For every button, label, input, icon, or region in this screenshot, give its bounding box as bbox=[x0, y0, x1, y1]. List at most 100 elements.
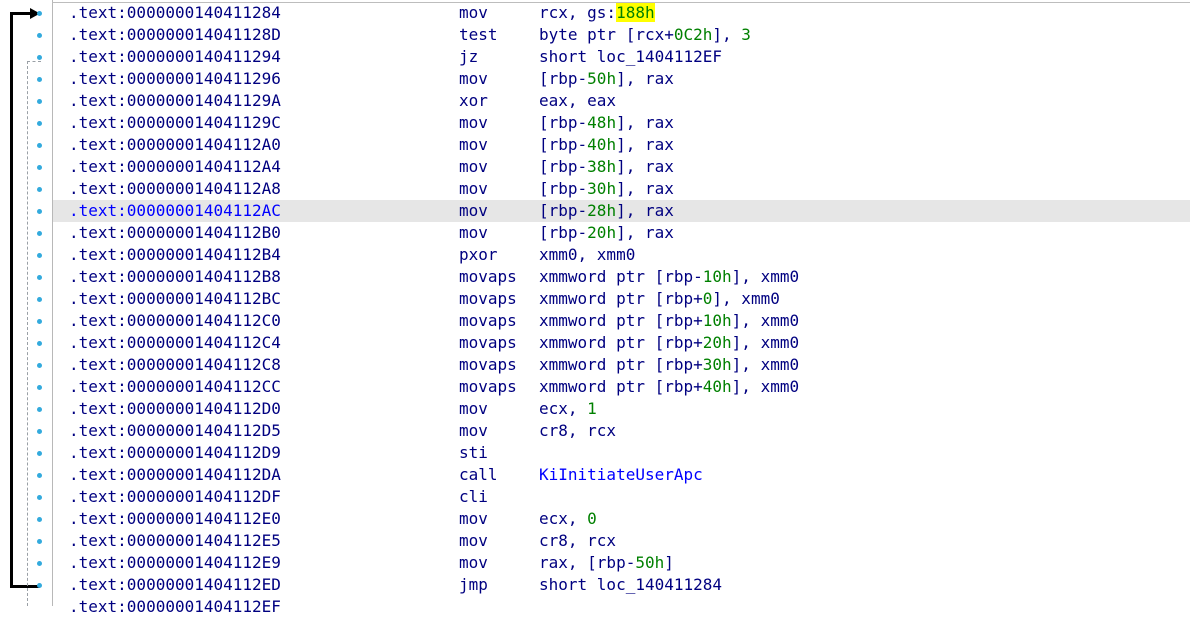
instruction-address[interactable]: .text:00000001404112D0 bbox=[69, 398, 281, 420]
instruction-mnemonic[interactable]: jz bbox=[459, 46, 478, 68]
instruction-address[interactable]: .text:00000001404112B0 bbox=[69, 222, 281, 244]
instruction-mnemonic[interactable]: test bbox=[459, 24, 498, 46]
instruction-operands[interactable]: xmmword ptr [rbp+10h], xmm0 bbox=[539, 310, 799, 332]
breakpoint-dot-icon[interactable] bbox=[37, 77, 42, 82]
instruction-address[interactable]: .text:00000001404112E5 bbox=[69, 530, 281, 552]
breakpoint-dot-icon[interactable] bbox=[37, 473, 42, 478]
breakpoint-dot-icon[interactable] bbox=[37, 209, 42, 214]
instruction-row[interactable]: .text:00000001404112D5 mov cr8, rcx bbox=[53, 420, 1190, 442]
instruction-mnemonic[interactable]: mov bbox=[459, 156, 488, 178]
instruction-address[interactable]: .text:00000001404112BC bbox=[69, 288, 281, 310]
instruction-row[interactable]: .text:000000014041128D test byte ptr [rcx+… bbox=[53, 24, 1190, 46]
instruction-row[interactable]: .text:00000001404112CC movaps xmmword ptr … bbox=[53, 376, 1190, 398]
instruction-operands[interactable]: [rbp-48h], rax bbox=[539, 112, 674, 134]
instruction-operands[interactable]: cr8, rcx bbox=[539, 420, 616, 442]
instruction-operands[interactable]: xmmword ptr [rbp+20h], xmm0 bbox=[539, 332, 799, 354]
instruction-mnemonic[interactable]: mov bbox=[459, 420, 488, 442]
instruction-mnemonic[interactable]: movaps bbox=[459, 376, 517, 398]
instruction-operands[interactable]: cr8, rcx bbox=[539, 530, 616, 552]
breakpoint-dot-icon[interactable] bbox=[37, 341, 42, 346]
instruction-mnemonic[interactable]: mov bbox=[459, 200, 488, 222]
instruction-operands[interactable]: rcx, gs:188h bbox=[539, 2, 655, 24]
instruction-mnemonic[interactable]: sti bbox=[459, 442, 488, 464]
instruction-address[interactable]: .text:00000001404112EF bbox=[69, 596, 281, 618]
breakpoint-dot-icon[interactable] bbox=[37, 11, 42, 16]
instruction-row[interactable]: .text:00000001404112DF cli bbox=[53, 486, 1190, 508]
breakpoint-dot-icon[interactable] bbox=[37, 231, 42, 236]
instruction-address[interactable]: .text:00000001404112C8 bbox=[69, 354, 281, 376]
instruction-row[interactable]: .text:00000001404112AC mov [rbp-28h], rax bbox=[53, 200, 1190, 222]
instruction-operands[interactable]: ecx, 0 bbox=[539, 508, 597, 530]
disassembly-view[interactable]: .text:0000000140411284 mov rcx, gs:188h .te… bbox=[0, 0, 1190, 616]
instruction-operands[interactable]: xmm0, xmm0 bbox=[539, 244, 635, 266]
breakpoint-dot-icon[interactable] bbox=[37, 407, 42, 412]
instruction-row[interactable]: .text:00000001404112E5 mov cr8, rcx bbox=[53, 530, 1190, 552]
instruction-address[interactable]: .text:00000001404112DF bbox=[69, 486, 281, 508]
instruction-listing[interactable]: .text:0000000140411284 mov rcx, gs:188h .te… bbox=[53, 2, 1190, 618]
instruction-row[interactable]: .text:00000001404112BC movaps xmmword ptr … bbox=[53, 288, 1190, 310]
instruction-operands[interactable]: xmmword ptr [rbp+40h], xmm0 bbox=[539, 376, 799, 398]
instruction-operands[interactable]: [rbp-28h], rax bbox=[539, 200, 674, 222]
instruction-mnemonic[interactable]: mov bbox=[459, 134, 488, 156]
breakpoint-dot-icon[interactable] bbox=[37, 561, 42, 566]
instruction-mnemonic[interactable]: mov bbox=[459, 222, 488, 244]
instruction-row[interactable]: .text:00000001404112B0 mov [rbp-20h], rax bbox=[53, 222, 1190, 244]
breakpoint-dot-icon[interactable] bbox=[37, 33, 42, 38]
instruction-row[interactable]: .text:00000001404112A8 mov [rbp-30h], rax bbox=[53, 178, 1190, 200]
breakpoint-dot-icon[interactable] bbox=[37, 583, 42, 588]
instruction-mnemonic[interactable]: pxor bbox=[459, 244, 498, 266]
breakpoint-dot-icon[interactable] bbox=[37, 275, 42, 280]
breakpoint-dot-icon[interactable] bbox=[37, 517, 42, 522]
instruction-operands[interactable]: xmmword ptr [rbp+0], xmm0 bbox=[539, 288, 780, 310]
instruction-mnemonic[interactable]: mov bbox=[459, 508, 488, 530]
instruction-operands[interactable]: [rbp-50h], rax bbox=[539, 68, 674, 90]
instruction-operands[interactable]: xmmword ptr [rbp+30h], xmm0 bbox=[539, 354, 799, 376]
instruction-row[interactable]: .text:00000001404112B8 movaps xmmword ptr … bbox=[53, 266, 1190, 288]
instruction-mnemonic[interactable]: movaps bbox=[459, 332, 517, 354]
breakpoint-dot-icon[interactable] bbox=[37, 253, 42, 258]
breakpoint-dot-icon[interactable] bbox=[37, 539, 42, 544]
breakpoint-dot-icon[interactable] bbox=[37, 187, 42, 192]
breakpoint-dot-icon[interactable] bbox=[37, 363, 42, 368]
instruction-operands[interactable]: short loc_140411284 bbox=[539, 574, 722, 596]
instruction-address[interactable]: .text:0000000140411296 bbox=[69, 68, 281, 90]
instruction-operands[interactable]: KiInitiateUserApc bbox=[539, 464, 703, 486]
instruction-row[interactable]: .text:00000001404112B4 pxor xmm0, xmm0 bbox=[53, 244, 1190, 266]
instruction-row[interactable]: .text:00000001404112D0 mov ecx, 1 bbox=[53, 398, 1190, 420]
instruction-row[interactable]: .text:00000001404112C4 movaps xmmword ptr … bbox=[53, 332, 1190, 354]
instruction-row[interactable]: .text:00000001404112C0 movaps xmmword ptr … bbox=[53, 310, 1190, 332]
instruction-mnemonic[interactable]: mov bbox=[459, 530, 488, 552]
instruction-address[interactable]: .text:00000001404112C0 bbox=[69, 310, 281, 332]
symbol-reference[interactable]: KiInitiateUserApc bbox=[539, 465, 703, 484]
instruction-mnemonic[interactable]: jmp bbox=[459, 574, 488, 596]
instruction-address[interactable]: .text:00000001404112E0 bbox=[69, 508, 281, 530]
instruction-address[interactable]: .text:00000001404112DA bbox=[69, 464, 281, 486]
instruction-mnemonic[interactable]: mov bbox=[459, 68, 488, 90]
instruction-mnemonic[interactable]: xor bbox=[459, 90, 488, 112]
instruction-operands[interactable]: byte ptr [rcx+0C2h], 3 bbox=[539, 24, 751, 46]
breakpoint-dot-icon[interactable] bbox=[37, 165, 42, 170]
instruction-mnemonic[interactable]: movaps bbox=[459, 354, 517, 376]
instruction-row[interactable]: .text:0000000140411294 jz short loc_140411… bbox=[53, 46, 1190, 68]
instruction-row[interactable]: .text:00000001404112E9 mov rax, [rbp-50h] bbox=[53, 552, 1190, 574]
instruction-operands[interactable]: [rbp-30h], rax bbox=[539, 178, 674, 200]
instruction-address[interactable]: .text:000000014041129C bbox=[69, 112, 281, 134]
instruction-row[interactable]: .text:00000001404112C8 movaps xmmword ptr … bbox=[53, 354, 1190, 376]
instruction-mnemonic[interactable]: movaps bbox=[459, 310, 517, 332]
instruction-operands[interactable]: [rbp-38h], rax bbox=[539, 156, 674, 178]
breakpoint-dot-icon[interactable] bbox=[37, 55, 42, 60]
instruction-mnemonic[interactable]: cli bbox=[459, 486, 488, 508]
instruction-row[interactable]: .text:0000000140411284 mov rcx, gs:188h bbox=[53, 2, 1190, 24]
instruction-address[interactable]: .text:00000001404112ED bbox=[69, 574, 281, 596]
instruction-mnemonic[interactable]: mov bbox=[459, 398, 488, 420]
instruction-row[interactable]: .text:000000014041129C mov [rbp-48h], rax bbox=[53, 112, 1190, 134]
instruction-mnemonic[interactable]: call bbox=[459, 464, 498, 486]
instruction-address[interactable]: .text:00000001404112D5 bbox=[69, 420, 281, 442]
instruction-address[interactable]: .text:000000014041129A bbox=[69, 90, 281, 112]
instruction-address[interactable]: .text:00000001404112AC bbox=[69, 200, 281, 222]
instruction-address[interactable]: .text:00000001404112CC bbox=[69, 376, 281, 398]
instruction-operands[interactable]: [rbp-40h], rax bbox=[539, 134, 674, 156]
breakpoint-dot-icon[interactable] bbox=[37, 319, 42, 324]
instruction-address[interactable]: .text:00000001404112A8 bbox=[69, 178, 281, 200]
breakpoint-dot-icon[interactable] bbox=[37, 297, 42, 302]
